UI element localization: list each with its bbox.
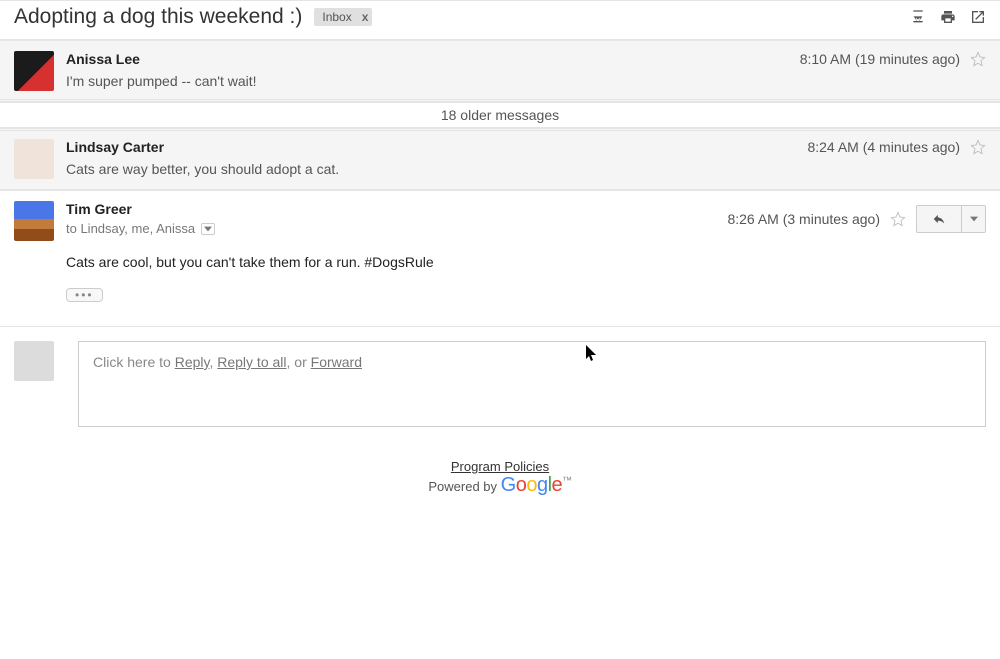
avatar [14, 341, 54, 381]
thread-header: Adopting a dog this weekend :) Inbox x [0, 0, 1000, 40]
expanded-message: Tim Greer to Lindsay, me, Anissa 8:26 AM… [0, 190, 1000, 312]
reply-hint-prefix: Click here to [93, 354, 175, 370]
program-policies-link[interactable]: Program Policies [451, 459, 549, 474]
message-time: 8:10 AM (19 minutes ago) [800, 51, 960, 67]
download-icon[interactable] [910, 9, 926, 25]
reply-link[interactable]: Reply [175, 354, 210, 370]
star-icon[interactable] [890, 211, 906, 227]
reply-section: Click here to Reply, Reply to all, or Fo… [0, 326, 1000, 441]
message-time: 8:24 AM (4 minutes ago) [807, 139, 960, 155]
label-remove-icon[interactable]: x [362, 10, 369, 24]
collapsed-message[interactable]: Lindsay Carter 8:24 AM (4 minutes ago) C… [0, 128, 1000, 190]
avatar [14, 51, 54, 91]
collapsed-message[interactable]: Anissa Lee 8:10 AM (19 minutes ago) I'm … [0, 40, 1000, 102]
sender-name: Lindsay Carter [66, 139, 164, 155]
powered-by-text: Powered by [428, 479, 500, 494]
footer: Program Policies Powered by Google™ [0, 441, 1000, 527]
older-messages-text: 18 older messages [441, 107, 559, 123]
reply-all-link[interactable]: Reply to all [217, 354, 286, 370]
google-logo: Google™ [501, 474, 572, 496]
message-snippet: Cats are way better, you should adopt a … [66, 161, 986, 177]
show-trimmed-content-button[interactable]: ••• [66, 288, 103, 302]
sender-name: Anissa Lee [66, 51, 140, 67]
star-icon[interactable] [970, 139, 986, 155]
thread-subject: Adopting a dog this weekend :) [14, 5, 302, 29]
avatar [14, 201, 54, 241]
forward-link[interactable]: Forward [311, 354, 362, 370]
print-icon[interactable] [940, 9, 956, 25]
label-chip-text: Inbox [322, 10, 351, 24]
reply-button[interactable] [916, 205, 962, 233]
message-body: Cats are cool, but you can't take them f… [66, 254, 986, 270]
message-time: 8:26 AM (3 minutes ago) [727, 211, 880, 227]
message-snippet: I'm super pumped -- can't wait! [66, 73, 986, 89]
recipients-text: to Lindsay, me, Anissa [66, 221, 195, 236]
star-icon[interactable] [970, 51, 986, 67]
open-new-window-icon[interactable] [970, 9, 986, 25]
sender-name: Tim Greer [66, 201, 132, 217]
show-details-icon[interactable] [201, 223, 215, 235]
older-messages-bar[interactable]: 18 older messages [0, 102, 1000, 128]
avatar [14, 139, 54, 179]
label-chip-inbox[interactable]: Inbox x [314, 8, 372, 26]
more-reply-options-button[interactable] [962, 205, 986, 233]
reply-input[interactable]: Click here to Reply, Reply to all, or Fo… [78, 341, 986, 427]
